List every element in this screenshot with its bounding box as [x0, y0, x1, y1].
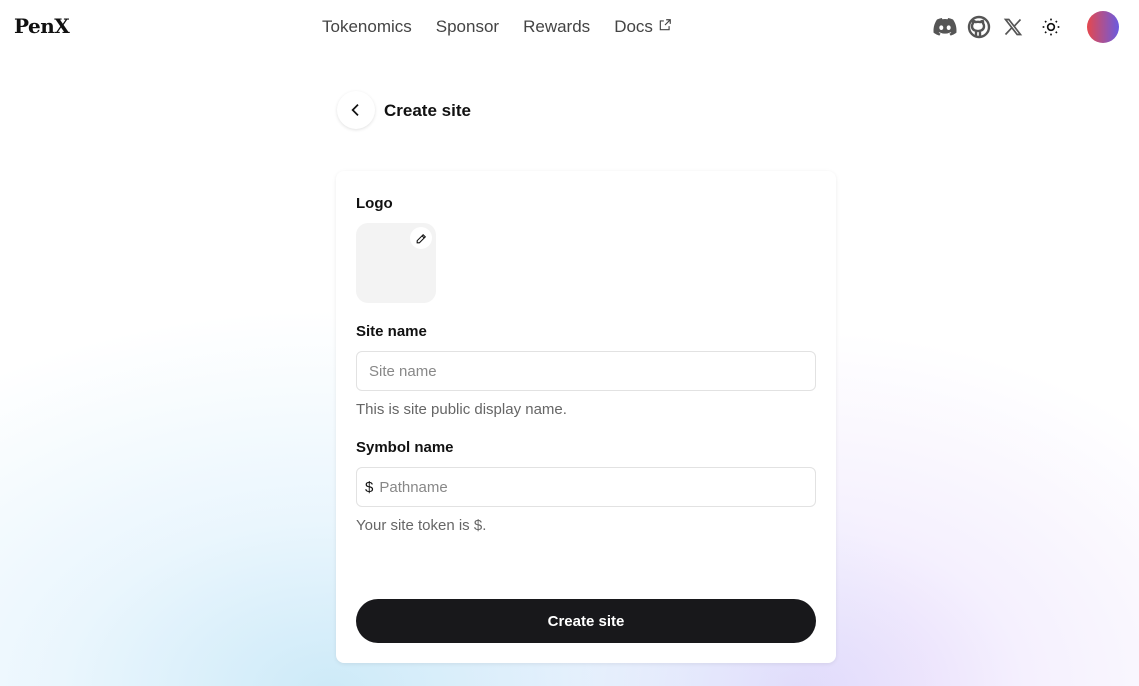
nav-link-tokenomics[interactable]: Tokenomics: [322, 17, 412, 37]
logo-upload[interactable]: [356, 223, 436, 303]
external-link-icon: [659, 19, 671, 31]
nav-links: Tokenomics Sponsor Rewards Docs: [322, 17, 672, 37]
symbol-name-input[interactable]: [379, 478, 815, 496]
logo[interactable]: PenX: [14, 14, 70, 38]
chevron-left-icon: [351, 104, 359, 116]
symbol-prefix: $: [365, 478, 374, 496]
theme-toggle-sun-icon[interactable]: [1039, 15, 1063, 39]
pencil-icon: [416, 233, 426, 243]
create-site-form: Logo Site name This is site public displ…: [336, 171, 836, 663]
nav-link-rewards[interactable]: Rewards: [523, 17, 590, 37]
back-button[interactable]: [337, 91, 375, 129]
nav-link-sponsor[interactable]: Sponsor: [436, 17, 499, 37]
create-site-button[interactable]: Create site: [356, 599, 816, 643]
nav-link-docs[interactable]: Docs: [614, 17, 671, 37]
x-icon[interactable]: [1001, 15, 1025, 39]
site-name-help: This is site public display name.: [356, 401, 567, 418]
page-title: Create site: [384, 101, 471, 120]
user-avatar[interactable]: [1087, 11, 1119, 43]
symbol-name-label: Symbol name: [356, 439, 454, 456]
symbol-name-field: $: [356, 467, 816, 507]
symbol-help: Your site token is $.: [356, 517, 487, 534]
edit-logo-button[interactable]: [410, 227, 432, 249]
logo-label: Logo: [356, 195, 393, 212]
site-name-label: Site name: [356, 323, 427, 340]
top-nav: PenX Tokenomics Sponsor Rewards Docs: [0, 0, 1139, 54]
discord-icon[interactable]: [933, 15, 957, 39]
site-name-input[interactable]: [356, 351, 816, 391]
github-icon[interactable]: [967, 15, 991, 39]
